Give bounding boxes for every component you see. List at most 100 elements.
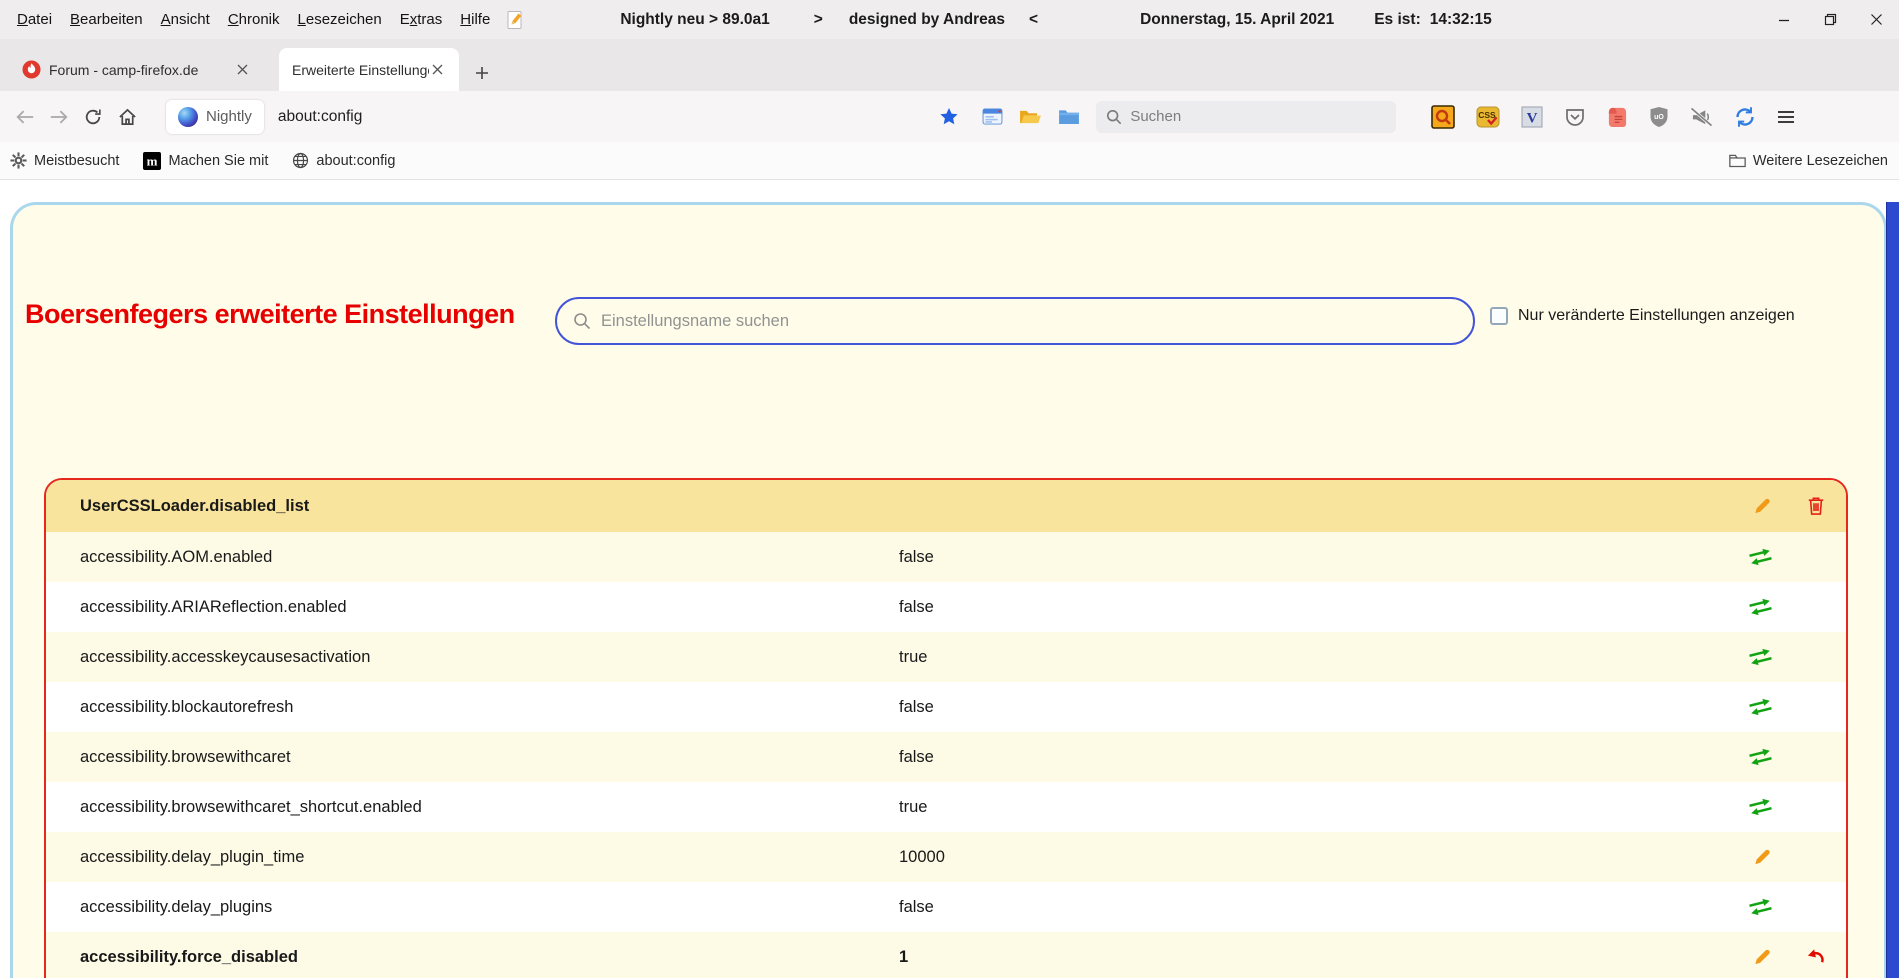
- navigation-toolbar: Nightly about:config CSS VuO: [0, 91, 1899, 142]
- pref-name: accessibility.ARIAReflection.enabled: [80, 598, 347, 617]
- search-icon: [573, 312, 591, 330]
- toggle-boolean-icon[interactable]: [1749, 897, 1772, 917]
- window-title: Nightly neu > 89.0a1 > designed by Andre…: [524, 11, 1491, 29]
- modified-only-checkbox[interactable]: [1490, 307, 1508, 325]
- bookmark-item[interactable]: m Machen Sie mit: [143, 152, 268, 170]
- bookmark-other-bookmarks[interactable]: Weitere Lesezeichen: [1729, 153, 1889, 169]
- bookmark-label: Machen Sie mit: [168, 153, 268, 169]
- new-tab-plus-icon[interactable]: [475, 66, 489, 80]
- notes-pencil-icon[interactable]: [507, 10, 524, 30]
- sync-icon[interactable]: [1734, 106, 1756, 128]
- title-credit-text: designed by Andreas: [849, 11, 1005, 29]
- search-input[interactable]: [1130, 108, 1370, 125]
- title-version-text: Nightly neu > 89.0a1: [620, 11, 769, 29]
- title-clock-value: 14:32:15: [1430, 11, 1492, 29]
- camp-firefox-flame-icon: [22, 60, 41, 79]
- reset-undo-icon[interactable]: [1806, 948, 1825, 967]
- tab-close-icon[interactable]: [234, 61, 251, 78]
- stylus-css-icon[interactable]: CSS: [1476, 105, 1500, 129]
- menu-item[interactable]: Datei: [8, 11, 61, 28]
- toggle-boolean-icon[interactable]: [1749, 647, 1772, 667]
- url-bar-text[interactable]: about:config: [278, 108, 362, 126]
- pref-search-box[interactable]: [555, 297, 1475, 345]
- hamburger-menu-icon[interactable]: [1777, 110, 1795, 124]
- menu-item[interactable]: Bearbeiten: [61, 11, 152, 28]
- pref-row: accessibility.AOM.enabledfalse: [46, 532, 1846, 582]
- svg-text:m: m: [147, 153, 158, 168]
- pref-row: accessibility.browsewithcaret false: [46, 732, 1846, 782]
- page-scrollbar[interactable]: [1886, 202, 1899, 978]
- muted-megaphone-icon[interactable]: [1690, 107, 1713, 127]
- search-icon: [1106, 109, 1122, 125]
- bookmark-star-icon[interactable]: [932, 100, 966, 134]
- quicksearch-icon[interactable]: [1431, 105, 1455, 129]
- bookmark-item[interactable]: Meistbesucht: [10, 152, 119, 169]
- toggle-boolean-icon[interactable]: [1749, 597, 1772, 617]
- modified-prefs-filter: Nur veränderte Einstellungen anzeigen: [1490, 307, 1795, 325]
- pref-value: true: [899, 798, 927, 817]
- pref-name: accessibility.AOM.enabled: [80, 548, 272, 567]
- pref-row: accessibility.blockautorefreshfalse: [46, 682, 1846, 732]
- toggle-boolean-icon[interactable]: [1749, 697, 1772, 717]
- about-config-page: Boersenfegers erweiterte Einstellungen N…: [10, 202, 1887, 978]
- sidebar-window-icon[interactable]: [982, 108, 1003, 125]
- v-badge-icon[interactable]: V: [1521, 106, 1543, 128]
- bookmark-item[interactable]: about:config: [292, 152, 395, 169]
- tab-label: Forum - camp-firefox.de: [49, 62, 198, 78]
- menu-item[interactable]: Ansicht: [152, 11, 219, 28]
- globe-icon: [292, 152, 309, 169]
- bookmark-label: about:config: [316, 153, 395, 169]
- forward-icon[interactable]: [42, 100, 76, 134]
- tab-erweiterte-einstellungen[interactable]: Erweiterte Einstellungen: [279, 48, 459, 91]
- menu-item[interactable]: Extras: [391, 11, 452, 28]
- pref-name: accessibility.browsewithcaret_shortcut.e…: [80, 798, 422, 817]
- minimize-button[interactable]: [1761, 0, 1807, 39]
- tab-label: Erweiterte Einstellungen: [292, 62, 429, 78]
- edit-pencil-icon[interactable]: [1753, 497, 1772, 516]
- close-button[interactable]: [1853, 0, 1899, 39]
- identity-box[interactable]: Nightly: [166, 100, 264, 134]
- menu-item[interactable]: Lesezeichen: [289, 11, 391, 28]
- userscript-scroll-icon[interactable]: [1607, 106, 1628, 128]
- menu-item[interactable]: Chronik: [219, 11, 289, 28]
- pref-value: 1: [899, 948, 908, 967]
- blue-folder-icon[interactable]: [1058, 108, 1080, 125]
- menubar: DateiBearbeitenAnsichtChronikLesezeichen…: [8, 11, 499, 28]
- delete-trash-icon[interactable]: [1807, 496, 1825, 516]
- edit-pencil-icon[interactable]: [1753, 948, 1772, 967]
- menu-item[interactable]: Hilfe: [451, 11, 499, 28]
- toggle-boolean-icon[interactable]: [1749, 747, 1772, 767]
- pocket-icon[interactable]: [1564, 106, 1586, 128]
- restore-button[interactable]: [1807, 0, 1853, 39]
- pref-name: UserCSSLoader.disabled_list: [80, 497, 309, 516]
- pref-row: accessibility.force_disabled1: [46, 932, 1846, 978]
- toggle-boolean-icon[interactable]: [1749, 797, 1772, 817]
- nightly-logo-icon: [178, 107, 198, 127]
- svg-text:uO: uO: [1654, 114, 1664, 121]
- title-separator: <: [1029, 11, 1038, 29]
- browser-window: DateiBearbeitenAnsichtChronikLesezeichen…: [0, 0, 1899, 978]
- pref-row: accessibility.accesskeycausesactivationt…: [46, 632, 1846, 682]
- bookmark-label: Meistbesucht: [34, 153, 119, 169]
- m-badge-icon: m: [143, 152, 161, 170]
- pref-row: accessibility.ARIAReflection.enabledfals…: [46, 582, 1846, 632]
- reload-icon[interactable]: [76, 100, 110, 134]
- toggle-boolean-icon[interactable]: [1749, 547, 1772, 567]
- home-icon[interactable]: [110, 100, 144, 134]
- pref-name: accessibility.browsewithcaret: [80, 748, 291, 767]
- folder-icon: [1729, 153, 1746, 168]
- pref-value: false: [899, 748, 934, 767]
- content-gap: [0, 180, 1899, 202]
- edit-pencil-icon[interactable]: [1753, 848, 1772, 867]
- bookmark-label: Weitere Lesezeichen: [1753, 153, 1888, 169]
- pref-search-input[interactable]: [601, 312, 1421, 331]
- pref-value: true: [899, 648, 927, 667]
- tab-close-icon[interactable]: [429, 61, 446, 78]
- toolbar-search[interactable]: [1096, 101, 1396, 133]
- tab-forum-camp-firefox[interactable]: Forum - camp-firefox.de: [10, 48, 263, 91]
- pref-row: accessibility.delay_pluginsfalse: [46, 882, 1846, 932]
- open-folder-icon[interactable]: [1019, 108, 1042, 126]
- ublock-shield-icon[interactable]: uO: [1649, 106, 1669, 128]
- preferences-table: UserCSSLoader.disabled_list accessibility…: [44, 478, 1848, 978]
- back-icon[interactable]: [8, 100, 42, 134]
